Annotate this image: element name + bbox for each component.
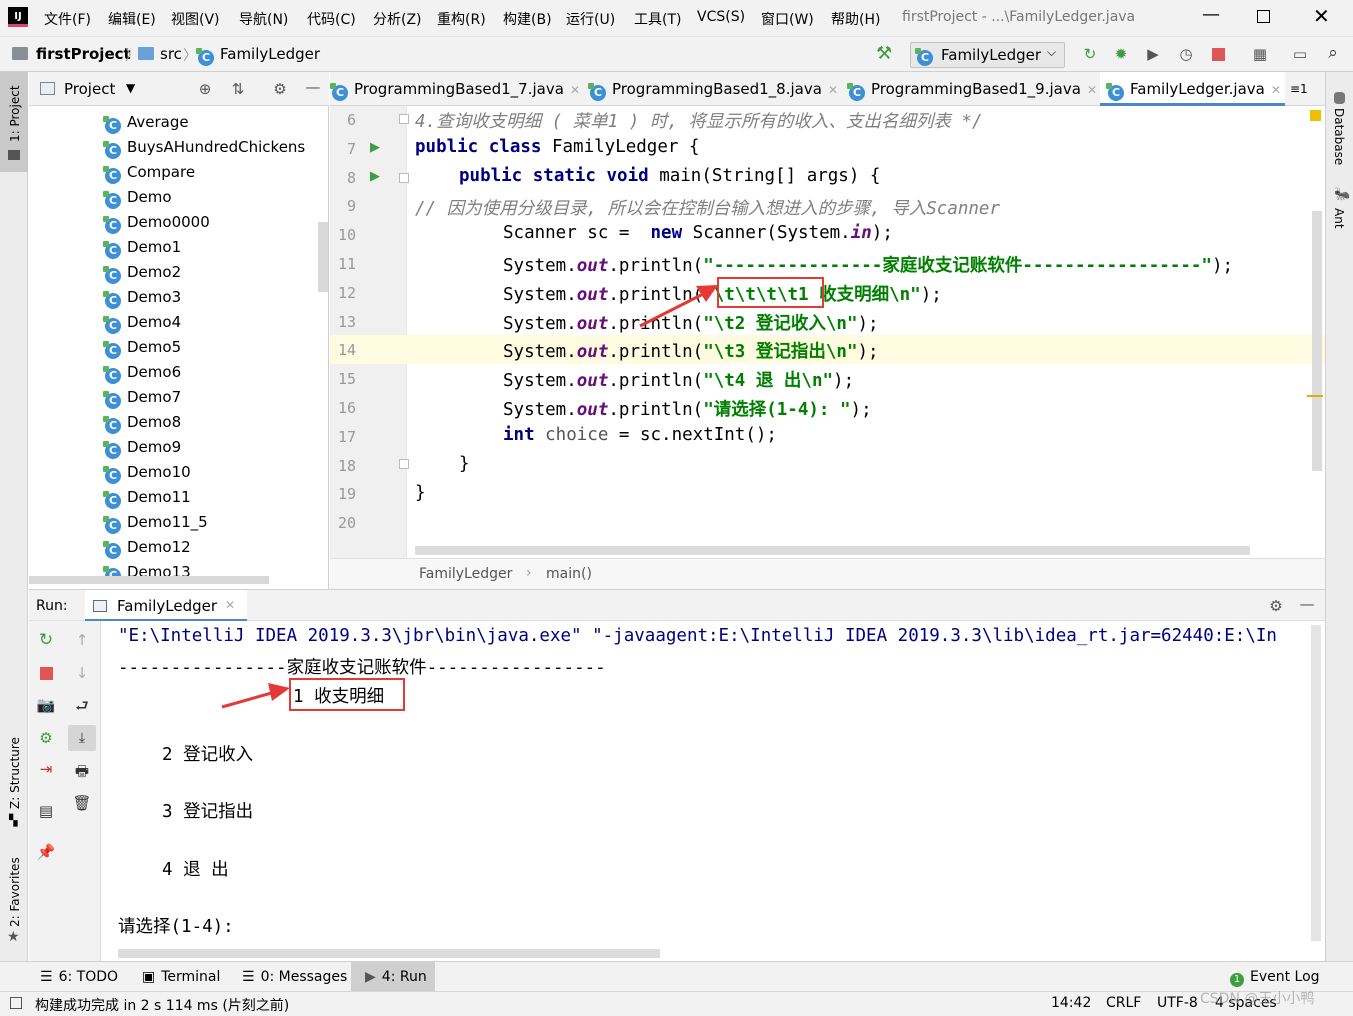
caret-position[interactable]: 14:42 [1051,995,1091,1011]
editor-arrow-head [696,285,718,302]
console-arrow-head [268,683,290,701]
line-separator[interactable]: CRLF [1106,995,1141,1011]
terminal-icon: ▣ [142,969,156,985]
tab-run[interactable]: ▶ 4: Run [351,962,435,992]
bottom-tool-tabs: ☰ 6: TODO ▣ Terminal ☰ 0: Messages ▶ 4: Run … [0,961,1353,992]
tab-terminal[interactable]: ▣ Terminal [142,969,220,985]
tab-messages[interactable]: ☰ 0: Messages [242,969,347,985]
tab-todo[interactable]: ☰ 6: TODO [40,969,118,985]
event-log-button[interactable]: 1 Event Log [1230,969,1320,987]
status-message[interactable]: 构建成功完成 in 2 s 114 ms (片刻之前) [35,995,289,1015]
watermark: CSDN @王小小鸭 [1200,991,1315,1007]
status-square-icon [10,997,22,1009]
console-arrow [221,690,276,709]
run-icon: ▶ [365,969,376,985]
annotation-arrows [221,285,718,709]
status-bar: 构建成功完成 in 2 s 114 ms (片刻之前) 14:42 CRLF U… [0,991,1353,1016]
event-log-badge-icon: 1 [1230,973,1244,987]
editor-arrow [639,291,706,328]
file-encoding[interactable]: UTF-8 [1157,995,1198,1011]
list-icon: ☰ [40,969,53,985]
messages-icon: ☰ [242,969,255,985]
